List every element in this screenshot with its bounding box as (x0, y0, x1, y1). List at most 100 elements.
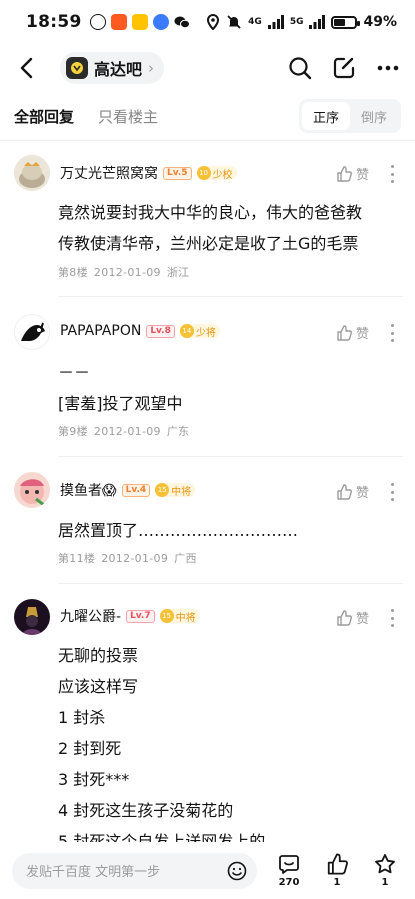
post-more-button[interactable] (389, 483, 395, 501)
post-more-button[interactable] (389, 324, 395, 342)
level-badge: Lv.7 (126, 609, 155, 623)
chevron-right-icon: › (148, 59, 155, 77)
like-label: 赞 (355, 486, 369, 501)
comment-icon (279, 855, 299, 874)
post-divider (58, 583, 403, 584)
like-thread-button[interactable]: 1 (323, 853, 351, 888)
top-nav-bar: 高达吧 › (0, 44, 415, 92)
rank-title: 少将 (195, 327, 216, 339)
thumbs-up-icon (337, 165, 352, 182)
like-button[interactable]: 赞 (336, 323, 369, 342)
location-icon (207, 14, 220, 30)
compose-button[interactable] (331, 55, 357, 81)
search-button[interactable] (287, 55, 313, 81)
favorite-button[interactable]: 1 (371, 853, 399, 888)
tabs-divider (0, 140, 415, 141)
signal-icon-2 (309, 15, 326, 29)
rank-number: 10 (196, 166, 211, 180)
post-date: 2012-01-09 (93, 425, 161, 438)
status-bar: 18:59 4G 5G 49% (0, 0, 415, 44)
sort-toggle: 正序 倒序 (299, 99, 401, 133)
post-text-line: 2 封到死 (58, 739, 122, 758)
thumbs-up-icon (327, 853, 348, 875)
comments-count: 270 (278, 877, 300, 888)
post-more-button[interactable] (389, 609, 395, 627)
username[interactable]: 万丈光芒照窝窝 (60, 163, 158, 183)
like-label: 赞 (355, 168, 369, 183)
post-more-button[interactable] (389, 165, 395, 183)
forum-name: 高达吧 (94, 60, 143, 79)
level-badge: Lv.8 (146, 324, 175, 338)
rank-badge: 10 少校 (196, 166, 237, 181)
like-button[interactable]: 赞 (336, 482, 369, 501)
post-meta: 第8楼 2012-01-09 浙江 (58, 264, 195, 280)
network-4g-label: 4G (248, 16, 262, 27)
avatar[interactable] (14, 599, 50, 635)
bottom-action-bar: 发贴千百度 文明第一步 270 1 1 (0, 842, 415, 899)
sort-ascending-button[interactable]: 正序 (302, 102, 350, 130)
tab-all-replies[interactable]: 全部回复 (14, 106, 74, 127)
post-text-line: [害羞]投了观望中 (58, 394, 183, 413)
avatar[interactable] (14, 472, 50, 508)
thumbs-up-icon (337, 609, 352, 626)
rank-number: 15 (159, 609, 174, 623)
chevron-left-icon (20, 57, 33, 79)
forum-logo-icon (66, 57, 88, 79)
rank-title: 中将 (171, 486, 192, 498)
post-meta: 第11楼 2012-01-09 广西 (58, 550, 203, 566)
post-text-line: 3 封死*** (58, 770, 130, 789)
sort-descending-button[interactable]: 倒序 (350, 102, 398, 130)
rank-badge: 15 中将 (159, 609, 200, 624)
forum-chip[interactable]: 高达吧 › (60, 52, 165, 84)
back-button[interactable] (14, 53, 38, 83)
more-menu-button[interactable] (375, 55, 401, 81)
more-horizontal-icon (377, 65, 399, 71)
like-button[interactable]: 赞 (336, 164, 369, 183)
level-badge: Lv.4 (121, 483, 151, 497)
like-button[interactable]: 赞 (336, 608, 369, 627)
post-date: 2012-01-09 (101, 552, 169, 565)
post-text-line: 5 封死这个自发上送网发上的 (58, 832, 266, 842)
rank-title: 少校 (212, 169, 233, 181)
alarm-icon (89, 14, 106, 30)
network-5g-label: 5G (289, 16, 304, 27)
floor-number: 第9楼 (58, 425, 88, 438)
username[interactable]: PAPAPAPON (60, 323, 141, 339)
post-text-line: 1 封杀 (58, 708, 106, 727)
status-notification-icons (89, 14, 190, 30)
comments-button[interactable]: 270 (275, 853, 303, 888)
browser-icon (152, 14, 169, 30)
post-divider (58, 296, 403, 297)
floor-number: 第8楼 (58, 266, 88, 279)
emoji-icon[interactable] (227, 861, 247, 881)
status-time: 18:59 (26, 12, 82, 32)
avatar[interactable] (14, 314, 50, 350)
star-icon (375, 854, 395, 874)
floor-number: 第11楼 (58, 552, 96, 565)
app-notification-icon (110, 14, 127, 30)
mute-icon (227, 15, 241, 29)
post-location: 广西 (174, 552, 197, 565)
tab-op-only[interactable]: 只看楼主 (98, 106, 158, 127)
post-text-line: 竟然说要封我大中华的良心，伟大的爸爸教 (58, 203, 363, 222)
post-text-line: 4 封死这生孩子没菊花的 (58, 801, 234, 820)
avatar[interactable] (14, 155, 50, 191)
wechat-icon (173, 14, 190, 30)
likes-count: 1 (333, 877, 341, 888)
post-meta: 第9楼 2012-01-09 广东 (58, 423, 195, 439)
username[interactable]: 摸鱼者😱 (60, 480, 117, 500)
battery-icon (331, 15, 361, 29)
rank-badge: 14 少将 (179, 324, 220, 339)
reply-input[interactable]: 发贴千百度 文明第一步 (12, 852, 257, 889)
post-divider (58, 456, 403, 457)
thumbs-up-icon (337, 483, 352, 500)
post-location: 浙江 (166, 266, 190, 279)
like-label: 赞 (355, 327, 369, 342)
reply-placeholder: 发贴千百度 文明第一步 (26, 865, 161, 880)
username[interactable]: 九曜公爵- (60, 606, 121, 626)
status-system-icons: 4G 5G 49% (206, 14, 397, 30)
post-text-line: 居然置顶了………………………… (58, 521, 299, 540)
meituan-icon (131, 14, 148, 30)
post-text-line: －－ (58, 363, 91, 382)
signal-icon (267, 15, 284, 29)
